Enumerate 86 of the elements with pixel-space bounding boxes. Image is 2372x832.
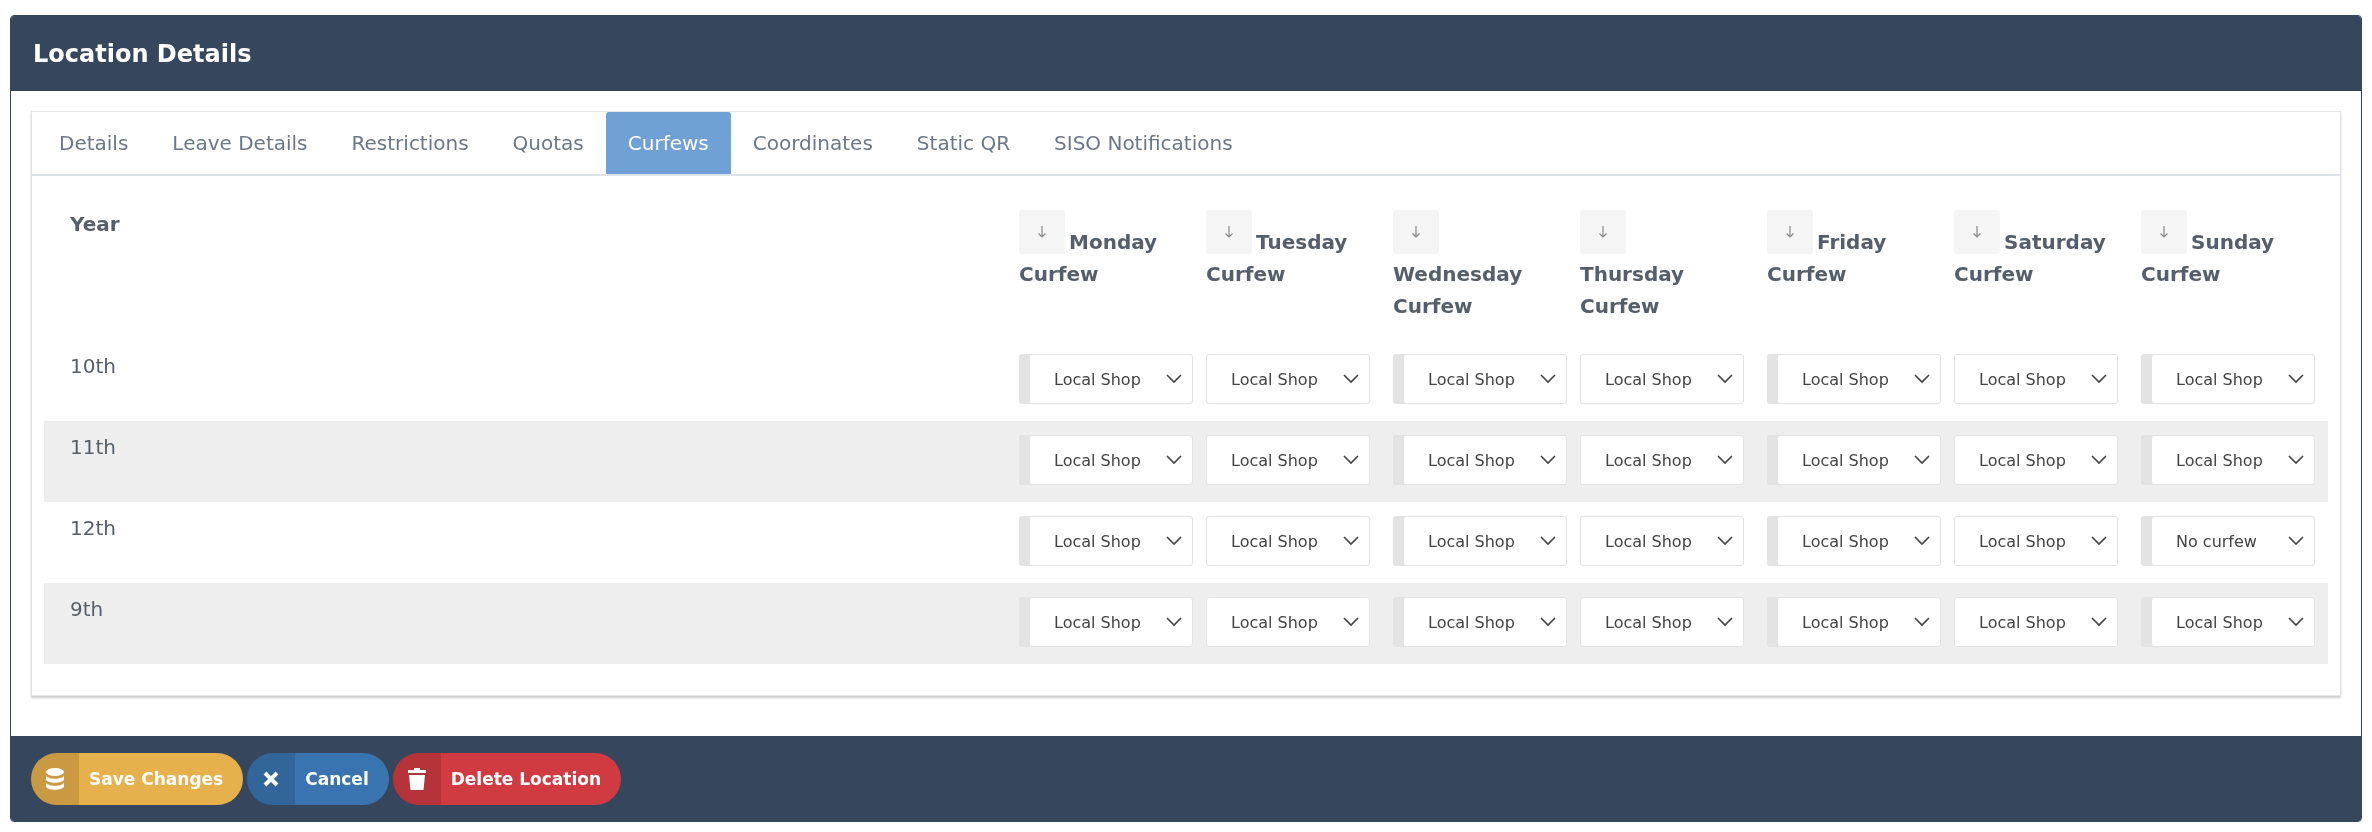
chevron-icon (1343, 536, 1359, 546)
tab[interactable]: Static QR (894, 112, 1033, 174)
column-heading: Curfew (1580, 294, 1661, 318)
window-title: Location Details (33, 39, 252, 68)
chevron-icon (2091, 617, 2107, 627)
chevron-icon (2091, 455, 2107, 465)
dropdown[interactable]: Local Shop (1580, 354, 1744, 404)
tab[interactable]: Leave Details (150, 112, 330, 174)
sort-button[interactable] (1019, 210, 1065, 254)
column-heading: Curfew (1767, 262, 1848, 286)
dropdown[interactable]: Local Shop (1206, 435, 1370, 485)
chevron-icon (1914, 617, 1930, 627)
arrow-down-icon (1971, 224, 1983, 240)
database-icon (45, 766, 65, 791)
sort-button[interactable] (1954, 210, 2000, 254)
chevron-icon (2288, 617, 2304, 627)
chevron-icon (1914, 536, 1930, 546)
arrow-down-icon (1784, 224, 1796, 240)
sort-button[interactable] (1206, 210, 1252, 254)
chevron-icon (1717, 617, 1733, 627)
action-button[interactable]: Delete Location (392, 752, 622, 805)
chevron-icon (2288, 536, 2304, 546)
arrow-down-icon (1036, 224, 1048, 240)
sort-button[interactable] (2141, 210, 2187, 254)
column-heading: Curfew (1019, 262, 1100, 286)
tab[interactable]: Quotas (490, 112, 606, 174)
chevron-icon (1166, 455, 1182, 465)
chevron-icon (1914, 455, 1930, 465)
trash-icon (406, 766, 427, 791)
chevron-icon (2288, 455, 2304, 465)
chevron-icon (1166, 536, 1182, 546)
tab[interactable]: SISO Notifications (1032, 112, 1255, 174)
column-heading: Curfew (1206, 262, 1287, 286)
chevron-icon (1540, 374, 1556, 384)
tab[interactable]: Coordinates (730, 112, 895, 174)
dropdown[interactable]: Local Shop (1954, 597, 2118, 647)
column-heading: Saturday (2004, 230, 2106, 254)
chevron-icon (1540, 536, 1556, 546)
column-heading: Thursday (1580, 262, 1685, 286)
column-heading: Curfew (2141, 262, 2222, 286)
chevron-icon (1166, 617, 1182, 627)
dropdown[interactable]: Local Shop (1206, 597, 1370, 647)
chevron-icon (2091, 536, 2107, 546)
sort-button[interactable] (1580, 210, 1626, 254)
chevron-icon (2288, 374, 2304, 384)
dropdown[interactable]: Local Shop (1580, 516, 1744, 566)
column-heading: Friday (1817, 230, 1887, 254)
chevron-icon (1343, 455, 1359, 465)
tab[interactable]: Details (37, 112, 151, 174)
dropdown[interactable]: Local Shop (1954, 516, 2118, 566)
table-cell: 9th (70, 597, 104, 621)
chevron-icon (1540, 617, 1556, 627)
chevron-icon (1343, 374, 1359, 384)
column-heading: Monday (1069, 230, 1158, 254)
arrow-down-icon (2158, 224, 2170, 240)
chevron-icon (1914, 374, 1930, 384)
chevron-icon (1717, 374, 1733, 384)
column-heading: Wednesday (1393, 262, 1523, 286)
table-cell: 11th (70, 435, 116, 459)
column-heading: Curfew (1393, 294, 1474, 318)
column-heading: Year (70, 212, 120, 236)
table-cell: 12th (70, 516, 116, 540)
table-cell: 10th (70, 354, 116, 378)
chevron-icon (1717, 455, 1733, 465)
close-icon (262, 769, 281, 788)
chevron-icon (1166, 374, 1182, 384)
column-heading: Tuesday (1256, 230, 1348, 254)
dropdown[interactable]: Local Shop (1580, 597, 1744, 647)
dropdown[interactable]: Local Shop (1954, 435, 2118, 485)
chevron-icon (2091, 374, 2107, 384)
sort-button[interactable] (1393, 210, 1439, 254)
chevron-icon (1343, 617, 1359, 627)
sort-button[interactable] (1767, 210, 1813, 254)
action-button[interactable]: Cancel (247, 752, 389, 805)
column-heading: Sunday (2191, 230, 2275, 254)
column-heading: Curfew (1954, 262, 2035, 286)
dropdown[interactable]: Local Shop (1206, 354, 1370, 404)
arrow-down-icon (1597, 224, 1609, 240)
chevron-icon (1540, 455, 1556, 465)
dropdown[interactable]: Local Shop (1580, 435, 1744, 485)
tab[interactable]: Restrictions (329, 112, 491, 174)
dropdown[interactable]: Local Shop (1206, 516, 1370, 566)
arrow-down-icon (1223, 224, 1235, 240)
arrow-down-icon (1410, 224, 1422, 240)
dropdown[interactable]: Local Shop (1954, 354, 2118, 404)
chevron-icon (1717, 536, 1733, 546)
